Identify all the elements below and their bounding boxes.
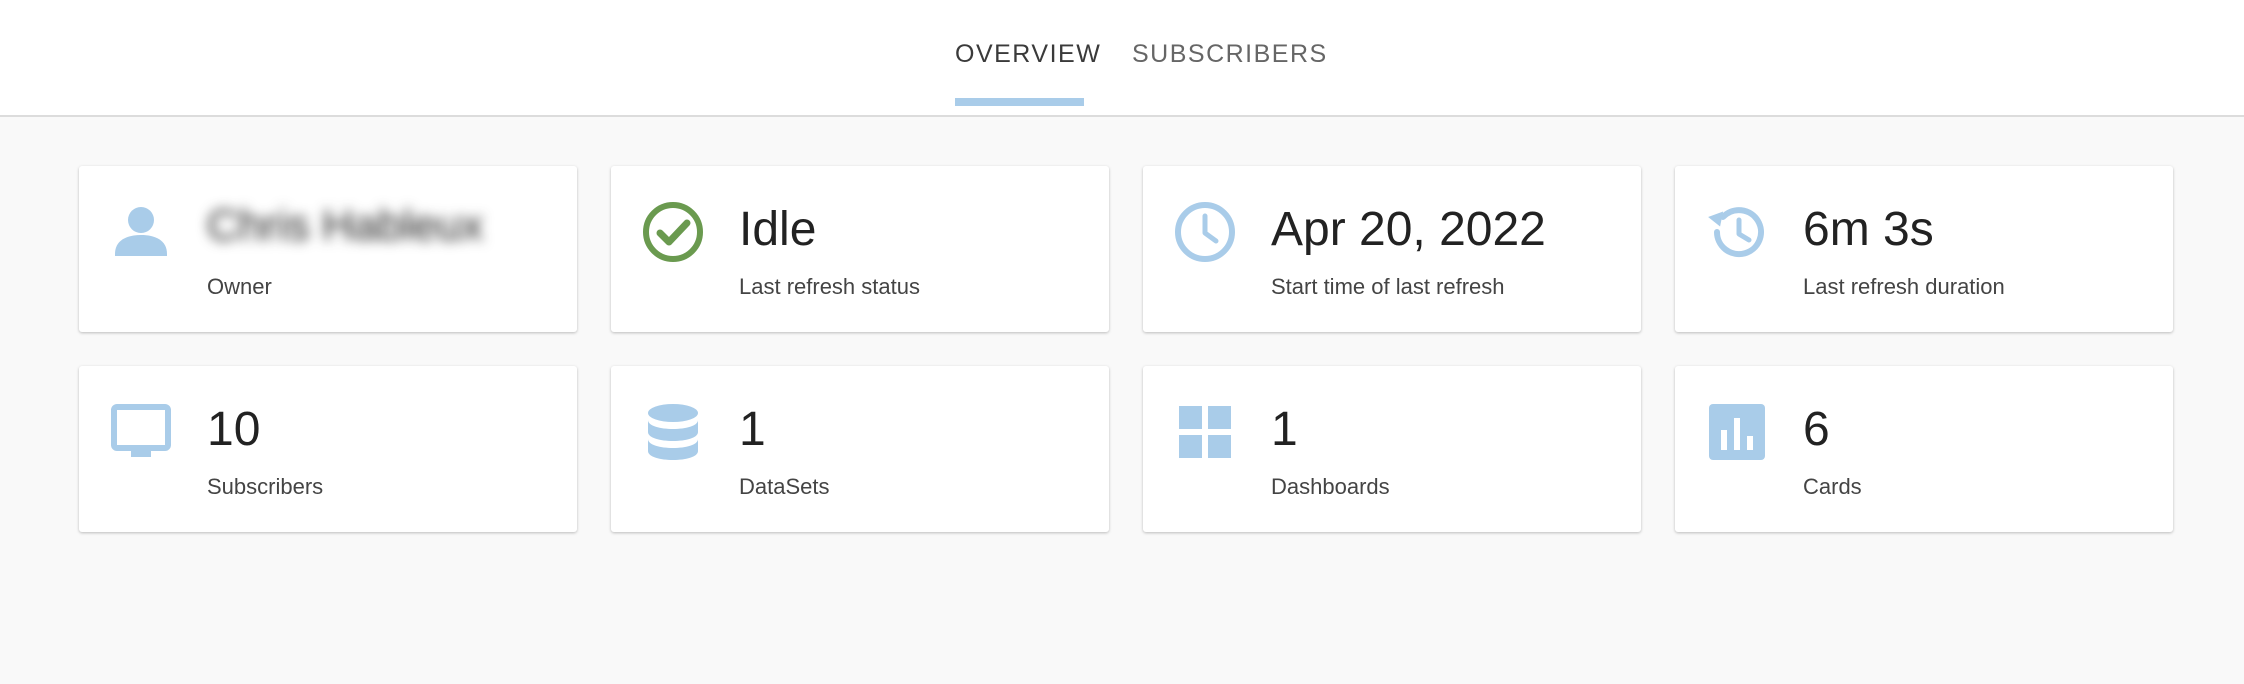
dashboards-card: 1 Dashboards bbox=[1143, 366, 1641, 532]
monitor-icon bbox=[109, 400, 173, 464]
refresh-status-label: Last refresh status bbox=[739, 274, 920, 299]
refresh-status-card: Idle Last refresh status bbox=[611, 166, 1109, 332]
refresh-status-value: Idle bbox=[739, 203, 817, 256]
owner-card: Chris Hableux Owner bbox=[79, 166, 577, 332]
person-icon bbox=[109, 200, 173, 264]
start-time-card: Apr 20, 2022 Start time of last refresh bbox=[1143, 166, 1641, 332]
start-time-value: Apr 20, 2022 bbox=[1271, 203, 1546, 256]
datasets-card: 1 DataSets bbox=[611, 366, 1109, 532]
database-icon bbox=[641, 400, 705, 464]
cards-value: 6 bbox=[1803, 403, 1830, 456]
tab-overview[interactable]: OVERVIEW bbox=[955, 40, 1101, 69]
refresh-duration-card: 6m 3s Last refresh duration bbox=[1675, 166, 2173, 332]
subscribers-label: Subscribers bbox=[207, 474, 324, 499]
active-tab-indicator bbox=[955, 98, 1084, 106]
dashboards-label: Dashboards bbox=[1271, 474, 1390, 499]
refresh-duration-value: 6m 3s bbox=[1803, 203, 1934, 256]
subscribers-card: 10 Subscribers bbox=[79, 366, 577, 532]
owner-label: Owner bbox=[207, 274, 272, 299]
clock-icon bbox=[1173, 200, 1237, 264]
cards-card: 6 Cards bbox=[1675, 366, 2173, 532]
datasets-label: DataSets bbox=[739, 474, 830, 499]
history-icon bbox=[1705, 200, 1769, 264]
dashboard-grid-icon bbox=[1173, 400, 1237, 464]
top-tab-bar: OVERVIEW SUBSCRIBERS bbox=[0, 0, 2244, 117]
start-time-label: Start time of last refresh bbox=[1271, 274, 1505, 299]
owner-name: Chris Hableux bbox=[207, 201, 484, 250]
dashboards-value: 1 bbox=[1271, 403, 1298, 456]
refresh-duration-label: Last refresh duration bbox=[1803, 274, 2005, 299]
cards-label: Cards bbox=[1803, 474, 1862, 499]
subscribers-value: 10 bbox=[207, 403, 261, 456]
tab-subscribers[interactable]: SUBSCRIBERS bbox=[1132, 40, 1328, 69]
check-circle-icon bbox=[641, 200, 705, 264]
bar-chart-icon bbox=[1705, 400, 1769, 464]
datasets-value: 1 bbox=[739, 403, 766, 456]
